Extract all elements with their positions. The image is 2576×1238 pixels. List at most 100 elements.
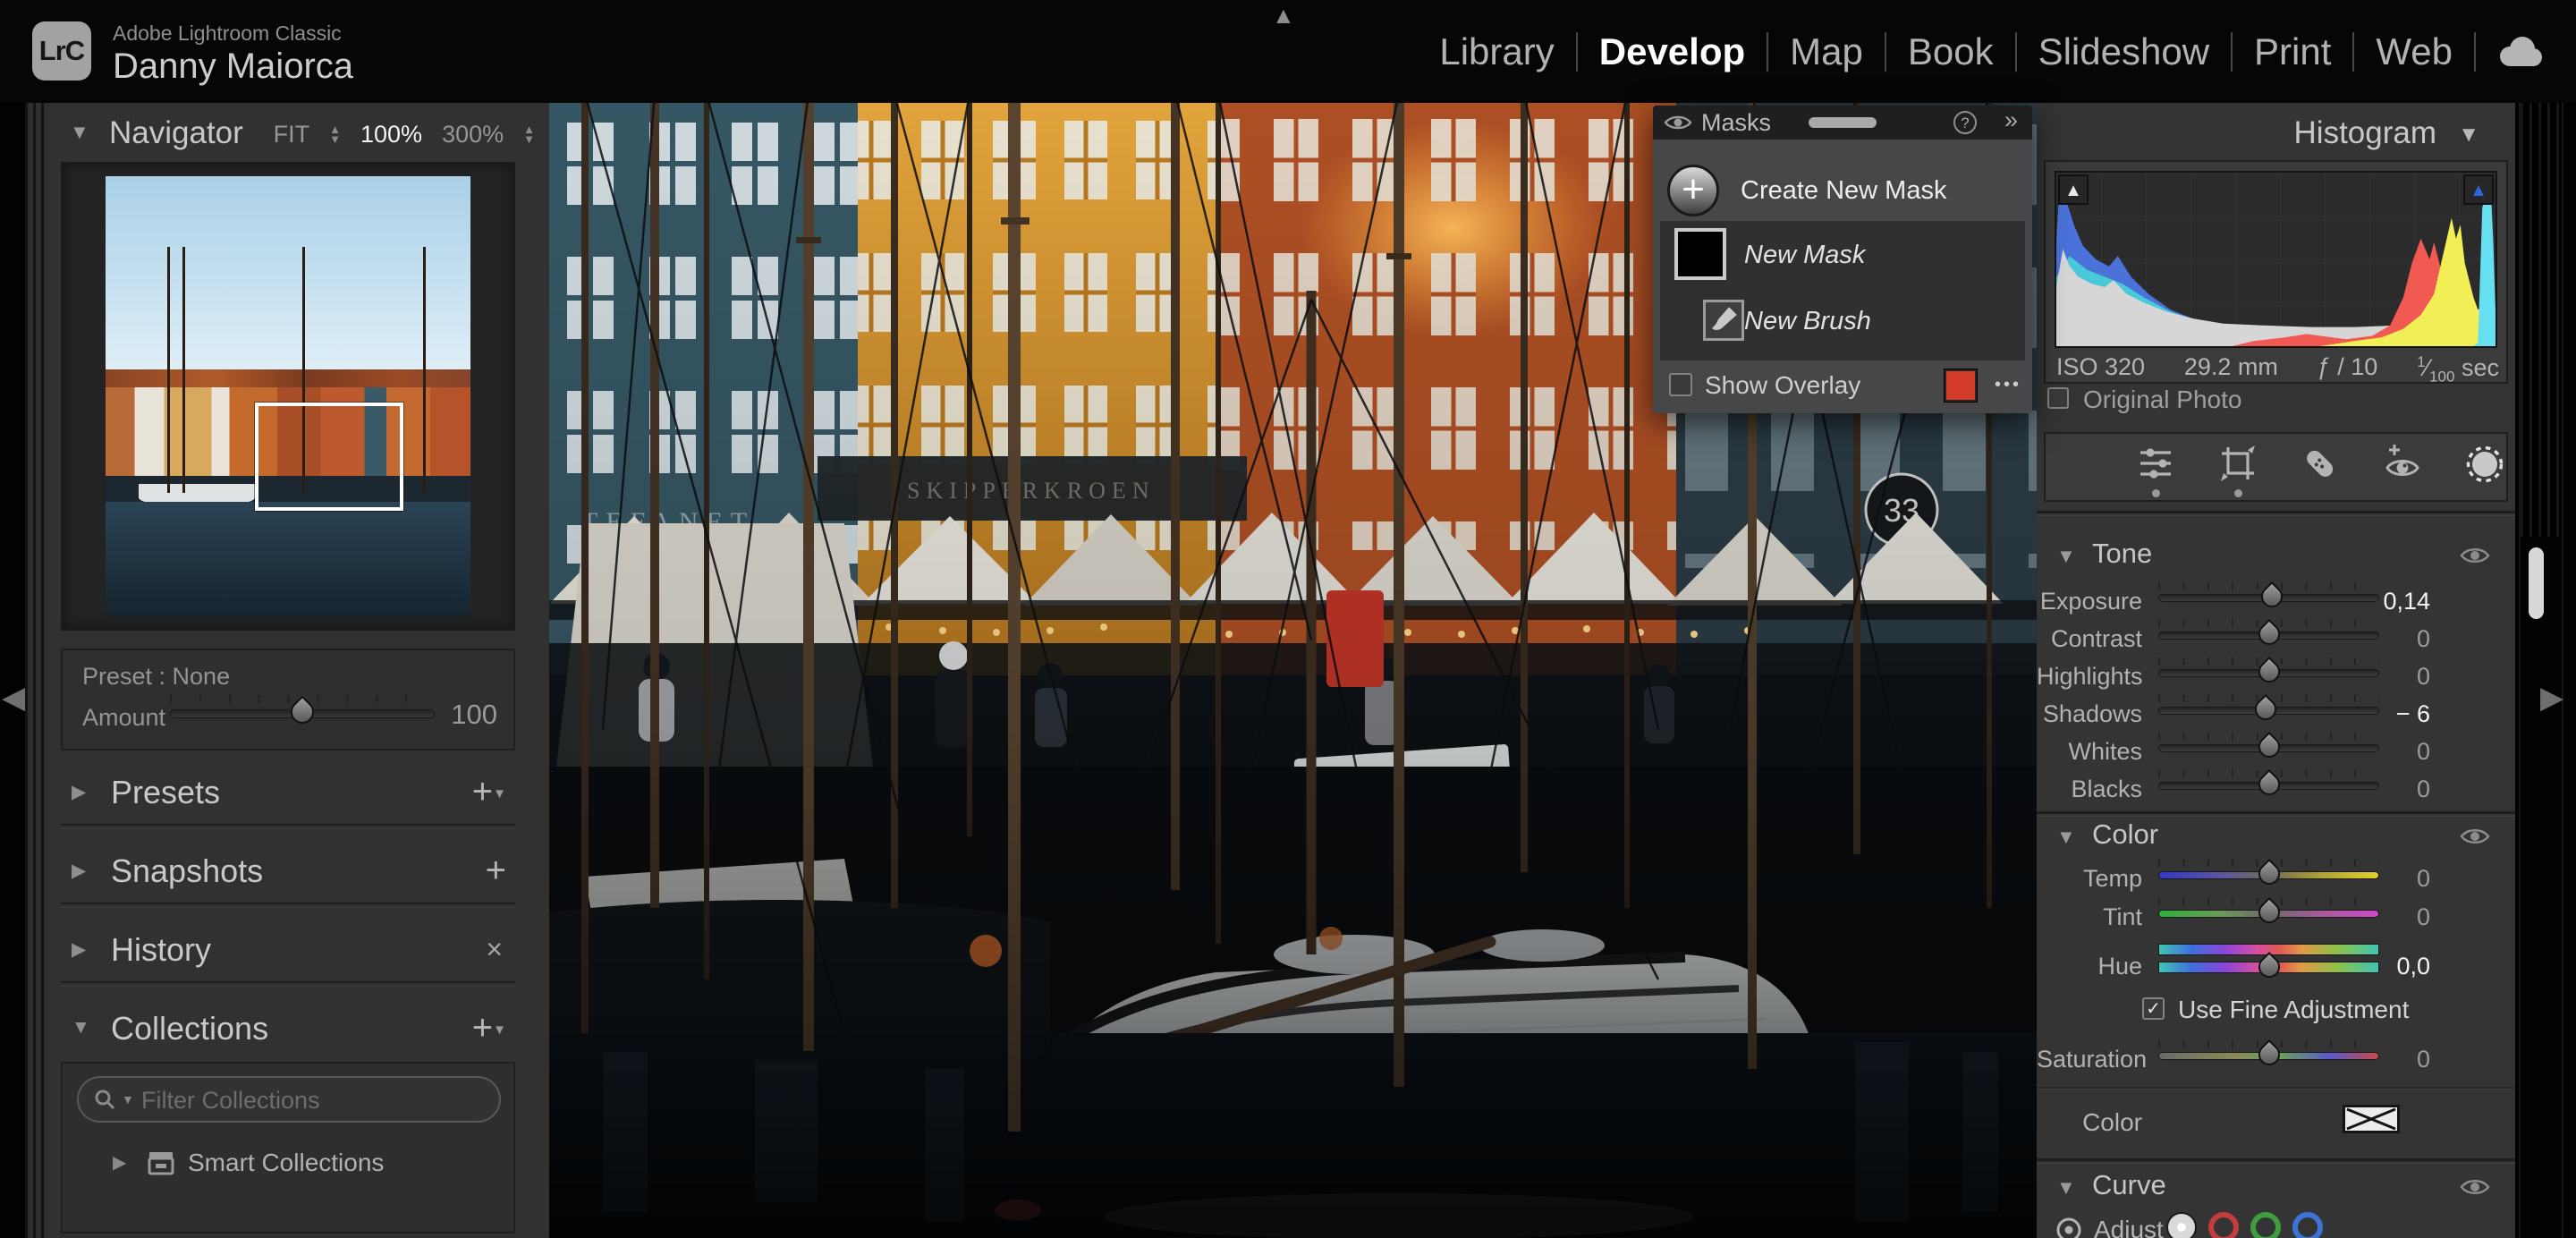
overlay-options-dots-icon[interactable]: ••• [1995, 375, 2021, 395]
highlight-clipping-indicator[interactable]: ▲ [2463, 174, 2494, 205]
masking-tool-icon-active[interactable] [2464, 443, 2505, 484]
curve-eye-icon[interactable] [2460, 1176, 2490, 1198]
use-fine-adjustment-checkbox[interactable]: ✓ [2142, 997, 2165, 1020]
tab-map[interactable]: Map [1768, 30, 1885, 73]
new-mask-thumbnail[interactable] [1674, 228, 1726, 280]
slider-value[interactable]: − 6 [2373, 700, 2430, 728]
disclosure-triangle-icon[interactable]: ▼ [2056, 826, 2076, 849]
dock-panel-chevrons-icon[interactable]: » [2004, 106, 2018, 134]
tab-library[interactable]: Library [1418, 30, 1575, 73]
exposure-slider[interactable] [2158, 594, 2379, 602]
navigator-view-rectangle[interactable] [255, 403, 402, 511]
blacks-slider[interactable] [2158, 782, 2379, 790]
slider-thumb[interactable] [2254, 952, 2284, 982]
tab-web[interactable]: Web [2354, 30, 2474, 73]
clear-history-button[interactable]: × [486, 933, 503, 966]
cloud-sync-icon[interactable] [2494, 33, 2546, 71]
slider-value[interactable]: 0 [2373, 625, 2430, 653]
amount-value[interactable]: 100 [451, 699, 497, 731]
slider-value[interactable]: 0,14 [2373, 588, 2430, 615]
curve-channel-blue-button[interactable] [2292, 1212, 2323, 1238]
color-eye-icon[interactable] [2460, 826, 2490, 847]
curve-channel-all-button[interactable] [2166, 1212, 2197, 1238]
disclosure-triangle-icon[interactable]: ▶ [72, 938, 86, 961]
curve-channel-red-button[interactable] [2208, 1212, 2239, 1238]
new-brush-thumbnail[interactable] [1703, 300, 1744, 341]
tone-eye-icon[interactable] [2460, 545, 2490, 566]
zoom-fit-button[interactable]: FIT [274, 121, 310, 148]
slider-value[interactable]: 0 [2373, 865, 2430, 893]
temp-slider[interactable] [2158, 871, 2379, 879]
help-icon[interactable]: ? [1953, 111, 1977, 134]
original-photo-checkbox[interactable] [2047, 387, 2069, 409]
slider-row-highlights: Highlights 0 [2037, 656, 2515, 693]
slider-value[interactable]: 0 [2373, 903, 2430, 931]
curve-channel-green-button[interactable] [2250, 1212, 2281, 1238]
disclosure-triangle-icon[interactable]: ▼ [72, 1017, 90, 1039]
no-color-swatch[interactable] [2343, 1105, 2400, 1133]
zoom-stepper-icon[interactable]: ▲▼ [329, 125, 341, 144]
whites-slider[interactable] [2158, 744, 2379, 752]
amount-slider-track[interactable] [170, 709, 435, 718]
slider-value[interactable]: 0,0 [2373, 953, 2430, 980]
masks-drag-handle[interactable] [1809, 117, 1877, 128]
masks-visibility-eye-icon[interactable] [1664, 113, 1692, 132]
histogram-chart[interactable]: ▲ ▲ [2055, 171, 2497, 348]
contrast-slider[interactable] [2158, 632, 2379, 640]
search-input[interactable] [141, 1083, 481, 1117]
disclosure-triangle-icon[interactable]: ▼ [2056, 1176, 2076, 1200]
add-collection-button[interactable]: +▼ [472, 1008, 506, 1048]
add-preset-button[interactable]: +▼ [472, 772, 506, 812]
shadows-slider[interactable] [2158, 707, 2379, 715]
sidebar-section-history[interactable]: ▶ History × [61, 920, 515, 979]
healing-tool-icon[interactable] [2300, 443, 2341, 484]
slider-value[interactable]: 0 [2373, 1046, 2430, 1073]
sidebar-section-presets[interactable]: ▶ Presets +▼ [61, 763, 515, 822]
lightroom-window: LrC Adobe Lightroom Classic Danny Maiorc… [0, 0, 2576, 1238]
edit-sliders-tool-icon[interactable] [2135, 443, 2176, 484]
crop-tool-icon[interactable] [2217, 443, 2258, 484]
slider-value[interactable]: 0 [2373, 663, 2430, 691]
tab-slideshow[interactable]: Slideshow [2017, 30, 2231, 73]
new-brush-item[interactable]: New Brush [1744, 307, 1871, 336]
create-new-mask-button[interactable]: + [1667, 165, 1719, 216]
expand-right-panel-arrow-icon[interactable]: ▶ [2540, 680, 2563, 716]
disclosure-triangle-icon[interactable]: ▼ [2458, 123, 2479, 148]
disclosure-triangle-icon[interactable]: ▼ [70, 121, 89, 144]
list-item-smart-collections[interactable]: ▶ Smart Collections [63, 1139, 513, 1189]
tab-book[interactable]: Book [1886, 30, 2015, 73]
disclosure-triangle-icon[interactable]: ▶ [72, 781, 86, 803]
slider-value[interactable]: 0 [2373, 776, 2430, 803]
zoom-300-button[interactable]: 300% [442, 121, 504, 148]
new-mask-item[interactable]: New Mask [1744, 241, 1865, 270]
zoom-100-button[interactable]: 100% [360, 121, 422, 148]
sidebar-section-snapshots[interactable]: ▶ Snapshots + [61, 842, 515, 901]
disclosure-triangle-icon[interactable]: ▶ [72, 860, 86, 882]
tint-slider[interactable] [2158, 910, 2379, 918]
collapse-left-panel-arrow-icon[interactable]: ◀ [2, 680, 25, 716]
sidebar-section-collections[interactable]: ▼ Collections +▼ [61, 999, 515, 1058]
right-panel-scrollbar[interactable] [2529, 547, 2544, 619]
search-scope-caret-icon[interactable]: ▼ [122, 1092, 134, 1107]
collapse-top-panel-arrow-icon[interactable]: ▲ [1272, 2, 1295, 30]
highlights-slider[interactable] [2158, 669, 2379, 677]
navigator-header[interactable]: ▼ Navigator FIT ▲▼ 100% 300% ▲▼ [25, 103, 549, 160]
disclosure-triangle-icon[interactable]: ▶ [113, 1151, 126, 1174]
red-eye-tool-icon[interactable] [2382, 443, 2423, 484]
zoom-stepper-icon[interactable]: ▲▼ [523, 125, 535, 144]
show-overlay-checkbox[interactable] [1669, 373, 1692, 396]
panel-grip-texture[interactable] [25, 103, 48, 1238]
saturation-slider[interactable] [2158, 1052, 2379, 1060]
shadow-clipping-indicator[interactable]: ▲ [2058, 174, 2089, 205]
overlay-color-swatch[interactable] [1945, 369, 1977, 402]
slider-value[interactable]: 0 [2373, 738, 2430, 766]
slider-row-blacks: Blacks 0 [2037, 768, 2515, 806]
tab-print[interactable]: Print [2233, 30, 2352, 73]
add-snapshot-button[interactable]: + [486, 851, 506, 891]
navigator-thumbnail[interactable] [106, 176, 470, 616]
filter-collections-field[interactable]: ▼ [77, 1076, 501, 1123]
disclosure-triangle-icon[interactable]: ▼ [2056, 545, 2076, 568]
hue-slider[interactable] [2158, 962, 2379, 973]
targeted-adjustment-icon[interactable] [2055, 1216, 2083, 1238]
tab-develop[interactable]: Develop [1578, 30, 1767, 73]
